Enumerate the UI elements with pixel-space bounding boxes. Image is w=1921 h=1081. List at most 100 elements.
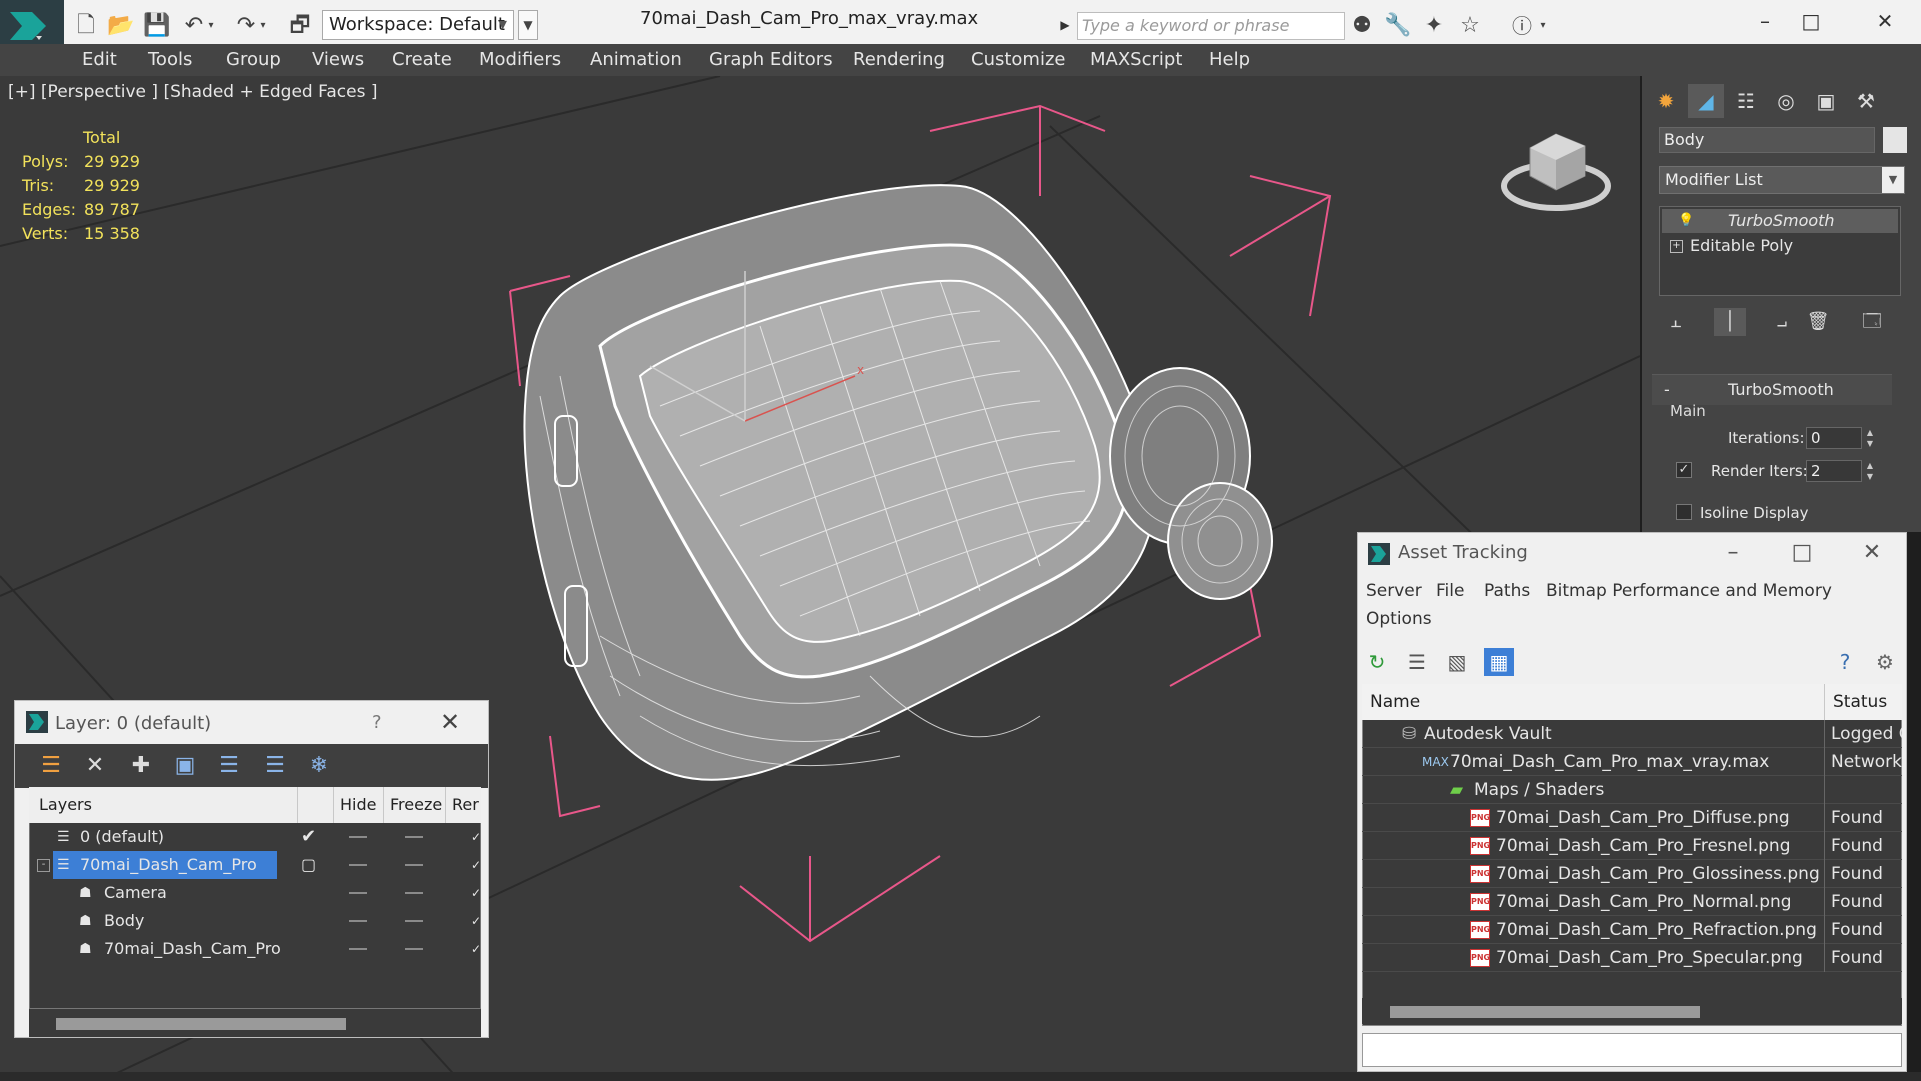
asset-menu-bitmap-performance[interactable]: Bitmap Performance and Memory (1546, 581, 1832, 601)
viewport-label[interactable]: [+] [Perspective ] [Shaded + Edged Faces… (8, 82, 377, 102)
make-unique-icon[interactable]: ⨼ (1766, 308, 1798, 336)
spinner-arrows-icon[interactable]: ▲ ▼ (1864, 427, 1876, 449)
asset-menu-paths[interactable]: Paths (1484, 581, 1530, 601)
workspace-more-button[interactable]: ▼ (518, 10, 538, 40)
menu-rendering[interactable]: Rendering (853, 44, 945, 76)
hierarchy-tab-icon[interactable]: ☷ (1728, 84, 1764, 118)
search-input[interactable]: Type a keyword or phrase (1077, 12, 1345, 40)
utilities-tab-wrench-icon[interactable]: ⚒ (1848, 84, 1884, 118)
save-icon[interactable]: 💾 (143, 12, 171, 40)
close-icon[interactable]: ✕ (440, 708, 460, 736)
asset-row-refraction[interactable]: PNG 70mai_Dash_Cam_Pro_Refraction.png Fo… (1362, 916, 1902, 944)
menu-customize[interactable]: Customize (971, 44, 1065, 76)
modifier-list-dropdown[interactable]: Modifier List ▼ (1659, 166, 1905, 194)
asset-row-glossiness[interactable]: PNG 70mai_Dash_Cam_Pro_Glossiness.png Fo… (1362, 860, 1902, 888)
menu-views[interactable]: Views (312, 44, 364, 76)
stack-item-turbosmooth[interactable]: 💡 TurboSmooth (1662, 209, 1898, 233)
render-toggle[interactable]: ✓ (471, 879, 481, 907)
column-name[interactable]: Name (1362, 684, 1824, 720)
refresh-icon[interactable]: ↻ (1362, 648, 1392, 676)
maximize-icon[interactable]: □ (1786, 6, 1836, 36)
undo-dropdown-icon[interactable]: ▾ (204, 12, 218, 40)
favorites-star-icon[interactable]: ☆ (1456, 12, 1484, 40)
asset-row-fresnel[interactable]: PNG 70mai_Dash_Cam_Pro_Fresnel.png Found (1362, 832, 1902, 860)
menu-maxscript[interactable]: MAXScript (1090, 44, 1182, 76)
render-toggle[interactable]: ✓ (471, 823, 481, 851)
close-icon[interactable]: ✕ (1842, 534, 1902, 572)
column-render[interactable]: Rer (445, 787, 481, 823)
freeze-toggle[interactable] (405, 864, 423, 866)
menu-create[interactable]: Create (392, 44, 452, 76)
render-iters-spinner[interactable]: 2 (1806, 460, 1862, 482)
asset-row-normal[interactable]: PNG 70mai_Dash_Cam_Pro_Normal.png Found (1362, 888, 1902, 916)
modify-tab-icon[interactable]: ◢ (1688, 84, 1724, 118)
open-folder-icon[interactable]: 📂 (107, 12, 135, 40)
asset-row-vault[interactable]: ⛁ Autodesk Vault Logged O (1362, 720, 1902, 748)
hide-all-layers-icon[interactable]: ☰ (260, 752, 290, 780)
freeze-toggle[interactable] (405, 920, 423, 922)
list-view-icon[interactable]: ☰ (1402, 648, 1432, 676)
render-iters-checkbox[interactable]: ✓ (1676, 462, 1692, 478)
delete-layer-icon[interactable]: ✕ (80, 752, 110, 780)
remove-modifier-icon[interactable]: 🗑 (1802, 308, 1834, 336)
hide-toggle[interactable] (349, 948, 367, 950)
spinner-arrows-icon[interactable]: ▲ ▼ (1864, 460, 1876, 482)
object-name-field[interactable]: Body (1659, 127, 1875, 153)
column-status[interactable]: Status (1824, 684, 1902, 720)
add-to-layer-icon[interactable]: ✚ (126, 752, 156, 780)
redo-dropdown-icon[interactable]: ▾ (256, 12, 270, 40)
asset-row-maps-shaders[interactable]: ▰ Maps / Shaders (1362, 776, 1902, 804)
highlight-layer-icon[interactable]: ☰ (214, 752, 244, 780)
asset-menu-options[interactable]: Options (1366, 609, 1432, 629)
hide-toggle[interactable] (349, 920, 367, 922)
table-view-icon[interactable]: ▦ (1484, 648, 1514, 676)
hide-toggle[interactable] (349, 836, 367, 838)
column-layers[interactable]: Layers (29, 787, 297, 823)
menu-animation[interactable]: Animation (590, 44, 682, 76)
isoline-display-checkbox[interactable] (1676, 504, 1692, 520)
asset-row-specular[interactable]: PNG 70mai_Dash_Cam_Pro_Specular.png Foun… (1362, 944, 1902, 972)
menu-help[interactable]: Help (1209, 44, 1250, 76)
help-dropdown-icon[interactable]: ▾ (1536, 12, 1550, 40)
asset-row-max-file[interactable]: MAX 70mai_Dash_Cam_Pro_max_vray.max Netw… (1362, 748, 1902, 776)
asset-horizontal-scrollbar[interactable] (1362, 998, 1902, 1024)
binoculars-icon[interactable]: ⚉ (1348, 12, 1376, 40)
menu-group[interactable]: Group (226, 44, 281, 76)
stack-item-editable-poly[interactable]: + Editable Poly (1662, 234, 1898, 258)
turbosmooth-rollout-header[interactable]: - TurboSmooth (1652, 374, 1892, 405)
make-current-box-icon[interactable]: ▢ (301, 851, 316, 879)
layer-row-dash-cam[interactable]: - ☰ 70mai_Dash_Cam_Pro ▢ ✓ (29, 851, 481, 879)
viewcube[interactable] (1501, 133, 1611, 211)
render-toggle[interactable]: ✓ (471, 907, 481, 935)
motion-tab-icon[interactable]: ◎ (1768, 84, 1804, 118)
scrollbar-thumb[interactable] (1390, 1006, 1700, 1018)
workspace-dropdown[interactable]: Workspace: Default ▼ (322, 10, 514, 40)
thumbnail-view-icon[interactable]: ▧ (1442, 648, 1472, 676)
freeze-toggle[interactable] (405, 892, 423, 894)
asset-menu-server[interactable]: Server (1366, 581, 1422, 601)
hide-toggle[interactable] (349, 892, 367, 894)
iterations-spinner[interactable]: 0 (1806, 427, 1862, 449)
create-tab-sun-icon[interactable]: ✹ (1648, 84, 1684, 118)
menu-modifiers[interactable]: Modifiers (479, 44, 561, 76)
show-end-result-icon[interactable]: │ (1714, 308, 1746, 336)
layer-row-camera[interactable]: ☗ Camera ✓ (29, 879, 481, 907)
layer-row-body[interactable]: ☗ Body ✓ (29, 907, 481, 935)
hide-toggle[interactable] (349, 864, 367, 866)
asset-row-diffuse[interactable]: PNG 70mai_Dash_Cam_Pro_Diffuse.png Found (1362, 804, 1902, 832)
lightbulb-icon[interactable]: 💡 (1678, 209, 1694, 233)
menu-graph-editors[interactable]: Graph Editors (709, 44, 833, 76)
maximize-icon[interactable]: □ (1772, 534, 1832, 572)
select-objects-icon[interactable]: ▣ (170, 752, 200, 780)
render-toggle[interactable]: ✓ (471, 935, 481, 963)
new-layer-icon[interactable]: ☰ (36, 752, 66, 780)
column-current[interactable] (297, 787, 333, 823)
layer-horizontal-scrollbar[interactable] (29, 1009, 481, 1037)
menu-edit[interactable]: Edit (82, 44, 117, 76)
layer-row-default[interactable]: ☰ 0 (default) ✔ ✓ (29, 823, 481, 851)
column-freeze[interactable]: Freeze (383, 787, 445, 823)
minimize-icon[interactable]: – (1740, 6, 1790, 36)
project-folder-icon[interactable]: 🗗 (286, 12, 314, 40)
minimize-icon[interactable]: – (1703, 534, 1763, 572)
expand-plus-icon[interactable]: + (1670, 240, 1683, 253)
